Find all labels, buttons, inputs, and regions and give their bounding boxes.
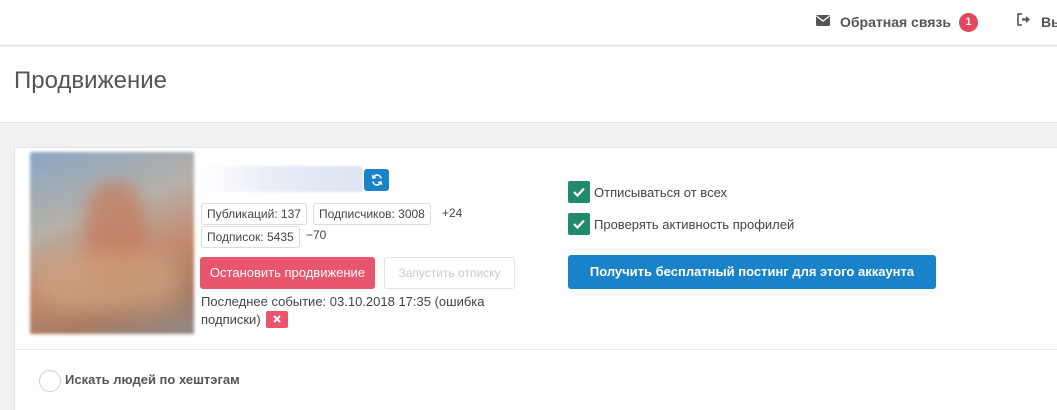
account-avatar	[30, 152, 194, 334]
account-card: Публикаций: 137 Подписчиков: 3008 +24 По…	[14, 147, 1057, 410]
logout-link[interactable]: Выход	[1017, 12, 1057, 32]
unfollow-all-checkbox[interactable]: Отписываться от всех	[568, 181, 727, 203]
refresh-icon	[371, 174, 382, 186]
check-activity-checkbox[interactable]: Проверять активность профилей	[568, 213, 794, 235]
unfollow-all-label: Отписываться от всех	[594, 184, 728, 200]
hashtag-search-toggle[interactable]: Искать людей по хештэгам	[39, 370, 240, 392]
logout-label: Выход	[1041, 14, 1057, 30]
checkmark-icon	[568, 181, 590, 203]
top-navbar: Обратная связь 1 Выход	[0, 0, 1057, 46]
feedback-count-badge: 1	[958, 12, 978, 32]
stop-promotion-button[interactable]: Остановить продвижение	[200, 257, 375, 289]
refresh-button[interactable]	[364, 169, 389, 191]
check-activity-label: Проверять активность профилей	[594, 216, 795, 232]
following-delta: −70	[306, 228, 327, 242]
publications-stat: Публикаций: 137	[201, 203, 307, 225]
free-posting-button[interactable]: Получить бесплатный постинг для этого ак…	[568, 255, 936, 289]
close-icon	[273, 315, 281, 323]
dismiss-error-button[interactable]	[266, 311, 289, 329]
followers-stat: Подписчиков: 3008	[313, 203, 431, 225]
following-stat: Подписок: 5435	[201, 226, 300, 248]
start-unfollow-button: Запустить отписку	[384, 257, 515, 289]
radio-button[interactable]	[39, 370, 61, 392]
account-username-redacted	[201, 166, 363, 192]
envelope-icon	[816, 13, 830, 31]
hashtag-search-label: Искать людей по хештэгам	[65, 371, 240, 387]
checkmark-icon	[568, 213, 590, 235]
last-event-status: Последнее событие: 03.10.2018 17:35 (оши…	[201, 293, 521, 329]
page-title: Продвижение	[14, 67, 167, 94]
sign-out-icon	[1017, 13, 1031, 31]
feedback-link[interactable]: Обратная связь 1	[816, 12, 978, 32]
page-header: Продвижение	[0, 47, 1057, 123]
section-divider	[15, 349, 1057, 350]
last-event-text: Последнее событие: 03.10.2018 17:35 (оши…	[201, 294, 485, 327]
followers-delta: +24	[442, 206, 463, 220]
feedback-label: Обратная связь	[840, 14, 951, 30]
